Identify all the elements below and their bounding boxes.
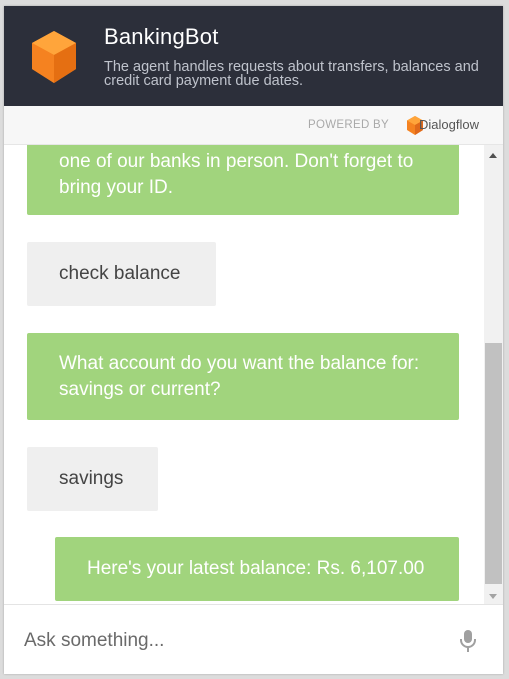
bot-message: Here's your latest balance: Rs. 6,107.00 — [55, 537, 459, 601]
powered-by-label: POWERED BY — [308, 119, 389, 131]
scrollbar-thumb[interactable] — [485, 343, 502, 584]
bot-message: one of our banks in person. Don't forget… — [27, 145, 459, 215]
scroll-down-arrow-icon[interactable] — [489, 594, 497, 599]
user-message: savings — [27, 447, 158, 511]
dialogflow-brand-name: Dialogflow — [419, 117, 479, 132]
user-message: check balance — [27, 242, 216, 306]
bot-description: The agent handles requests about transfe… — [104, 59, 479, 89]
chat-scrollbar[interactable] — [484, 145, 503, 604]
microphone-icon[interactable] — [458, 629, 478, 653]
chat-widget: BankingBot The agent handles requests ab… — [4, 6, 503, 674]
bot-title: BankingBot — [104, 24, 219, 49]
powered-by-bar: POWERED BY Dialogflow — [4, 106, 503, 145]
chat-header: BankingBot The agent handles requests ab… — [4, 6, 503, 106]
orange-cube-icon — [32, 31, 76, 83]
input-bar — [4, 604, 503, 674]
ask-input[interactable] — [24, 625, 444, 657]
scroll-up-arrow-icon[interactable] — [489, 153, 497, 158]
bot-message: What account do you want the balance for… — [27, 333, 459, 420]
message-list[interactable]: one of our banks in person. Don't forget… — [4, 145, 484, 604]
